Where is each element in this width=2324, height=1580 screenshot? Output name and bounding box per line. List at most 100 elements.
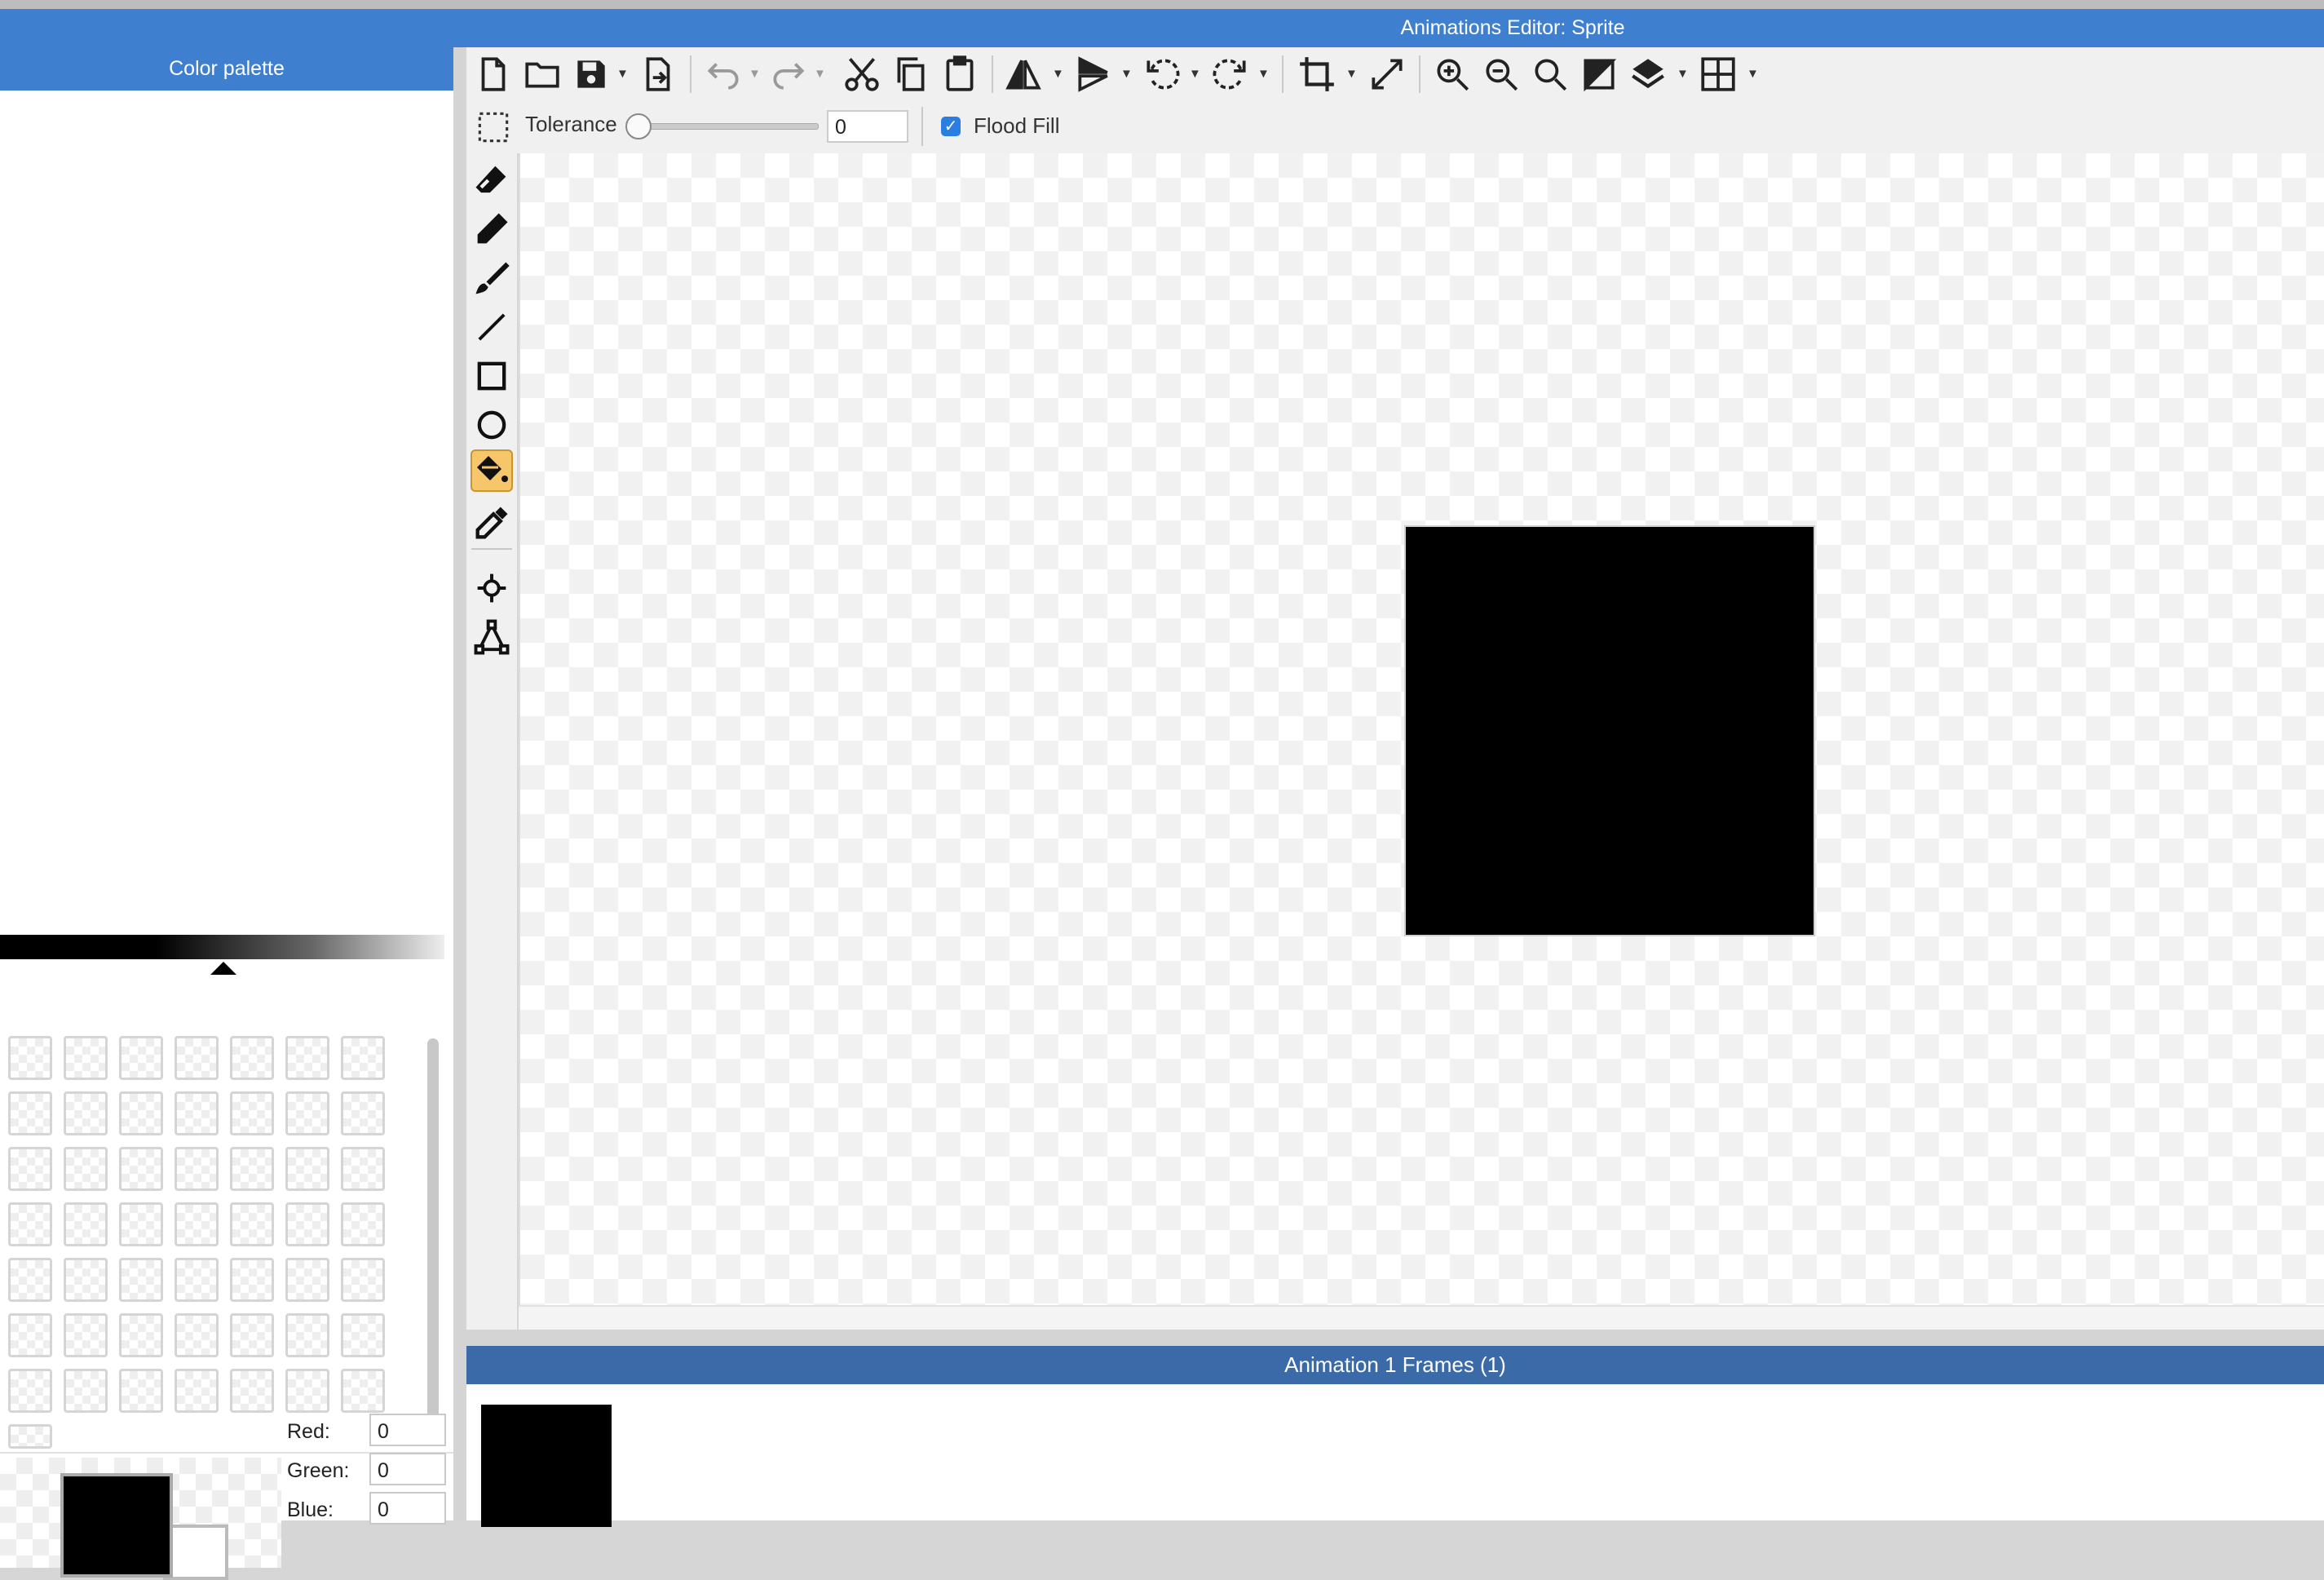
palette-swatch[interactable] <box>119 1313 163 1357</box>
save-dropdown-icon[interactable]: ▼ <box>616 67 629 81</box>
rotate-right-icon[interactable] <box>1210 54 1251 95</box>
palette-swatch[interactable] <box>341 1313 385 1357</box>
anchor-points-icon[interactable] <box>471 616 513 658</box>
zoom-fit-icon[interactable] <box>1530 54 1571 95</box>
frames-splitter[interactable] <box>466 1330 2324 1346</box>
flip-horizontal-dropdown-icon[interactable]: ▼ <box>1052 67 1064 81</box>
cut-icon[interactable] <box>842 54 882 95</box>
palette-swatch[interactable] <box>230 1036 274 1080</box>
eyedropper-icon[interactable] <box>471 502 513 544</box>
palette-swatch[interactable] <box>64 1369 108 1413</box>
palette-swatch[interactable] <box>8 1313 52 1357</box>
palette-swatch[interactable] <box>8 1202 52 1246</box>
palette-swatch[interactable] <box>8 1147 52 1191</box>
palette-swatch[interactable] <box>64 1036 108 1080</box>
palette-swatch[interactable] <box>119 1036 163 1080</box>
palette-swatch[interactable] <box>119 1147 163 1191</box>
layers-dropdown-icon[interactable]: ▼ <box>1677 67 1689 81</box>
crop-dropdown-icon[interactable]: ▼ <box>1345 67 1358 81</box>
palette-swatch[interactable] <box>175 1313 219 1357</box>
frame-thumbnail[interactable] <box>481 1405 612 1527</box>
palette-swatch[interactable] <box>8 1258 52 1302</box>
redo-dropdown-icon[interactable]: ▼ <box>814 67 826 81</box>
palette-swatch[interactable] <box>341 1258 385 1302</box>
flip-vertical-icon[interactable] <box>1073 54 1114 95</box>
canvas-horizontal-scrollbar[interactable] <box>519 1305 2324 1331</box>
red-input[interactable]: 0 <box>369 1414 446 1446</box>
grid-icon[interactable] <box>1698 54 1739 95</box>
palette-swatch[interactable] <box>64 1202 108 1246</box>
invert-icon[interactable] <box>1579 54 1619 95</box>
paste-icon[interactable] <box>939 54 980 95</box>
flip-horizontal-icon[interactable] <box>1003 54 1044 95</box>
blue-input[interactable]: 0 <box>369 1492 446 1525</box>
undo-dropdown-icon[interactable]: ▼ <box>749 67 761 81</box>
palette-swatch[interactable] <box>230 1091 274 1135</box>
flood-fill-checkbox[interactable]: ✓ <box>941 117 961 136</box>
selection-icon[interactable] <box>473 107 514 148</box>
eraser-icon[interactable] <box>471 159 513 201</box>
palette-swatch[interactable] <box>64 1147 108 1191</box>
tolerance-slider-track[interactable] <box>638 123 819 130</box>
undo-icon[interactable] <box>703 54 744 95</box>
palette-swatch[interactable] <box>285 1036 329 1080</box>
palette-swatch[interactable] <box>8 1369 52 1413</box>
grid-dropdown-icon[interactable]: ▼ <box>1747 67 1759 81</box>
zoom-in-icon[interactable] <box>1432 54 1473 95</box>
rotate-left-dropdown-icon[interactable]: ▼ <box>1189 67 1201 81</box>
palette-swatch[interactable] <box>175 1091 219 1135</box>
pencil-icon[interactable] <box>471 208 513 250</box>
palette-swatch[interactable] <box>230 1258 274 1302</box>
palette-swatch[interactable] <box>285 1202 329 1246</box>
rectangle-icon[interactable] <box>471 355 513 397</box>
tolerance-slider-thumb[interactable] <box>625 113 652 139</box>
palette-swatch[interactable] <box>64 1258 108 1302</box>
save-icon[interactable] <box>571 54 612 95</box>
copy-icon[interactable] <box>890 54 931 95</box>
palette-swatch[interactable] <box>341 1369 385 1413</box>
paint-bucket-icon[interactable] <box>471 449 513 492</box>
panel-splitter[interactable] <box>453 47 466 1520</box>
palette-swatch[interactable] <box>175 1202 219 1246</box>
palette-swatch[interactable] <box>64 1091 108 1135</box>
palette-swatch[interactable] <box>175 1369 219 1413</box>
crop-icon[interactable] <box>1297 54 1337 95</box>
palette-swatch[interactable] <box>230 1202 274 1246</box>
palette-swatch[interactable] <box>119 1202 163 1246</box>
palette-swatch[interactable] <box>175 1258 219 1302</box>
gradient-marker-icon[interactable] <box>210 962 236 975</box>
green-input[interactable]: 0 <box>369 1453 446 1485</box>
rotate-left-icon[interactable] <box>1142 54 1182 95</box>
palette-swatch[interactable] <box>285 1369 329 1413</box>
tolerance-input[interactable]: 0 <box>827 110 908 143</box>
palette-swatch[interactable] <box>175 1147 219 1191</box>
rotate-right-dropdown-icon[interactable]: ▼ <box>1257 67 1270 81</box>
palette-swatch[interactable] <box>119 1258 163 1302</box>
primary-color-swatch[interactable] <box>60 1473 173 1578</box>
redo-icon[interactable] <box>768 54 809 95</box>
pivot-icon[interactable] <box>471 567 513 609</box>
palette-swatch[interactable] <box>175 1036 219 1080</box>
palette-swatch[interactable] <box>230 1369 274 1413</box>
palette-swatch[interactable] <box>285 1313 329 1357</box>
palette-swatch[interactable] <box>285 1091 329 1135</box>
sprite-image[interactable] <box>1404 525 1815 936</box>
secondary-color-swatch[interactable] <box>163 1525 228 1580</box>
palette-swatch[interactable] <box>285 1147 329 1191</box>
palette-swatch[interactable] <box>230 1313 274 1357</box>
open-folder-icon[interactable] <box>522 54 563 95</box>
line-icon[interactable] <box>471 306 513 348</box>
palette-swatch[interactable] <box>119 1091 163 1135</box>
resize-icon[interactable] <box>1367 54 1407 95</box>
palette-swatch[interactable] <box>285 1258 329 1302</box>
drawing-canvas[interactable] <box>519 153 2324 1305</box>
color-gradient-bar[interactable] <box>0 935 444 959</box>
palette-swatch[interactable] <box>230 1147 274 1191</box>
palette-swatch[interactable] <box>341 1202 385 1246</box>
flip-vertical-dropdown-icon[interactable]: ▼ <box>1120 67 1133 81</box>
ellipse-icon[interactable] <box>471 404 513 446</box>
palette-swatch[interactable] <box>8 1424 52 1449</box>
palette-swatch[interactable] <box>119 1369 163 1413</box>
palette-swatch[interactable] <box>341 1147 385 1191</box>
palette-swatch[interactable] <box>341 1036 385 1080</box>
